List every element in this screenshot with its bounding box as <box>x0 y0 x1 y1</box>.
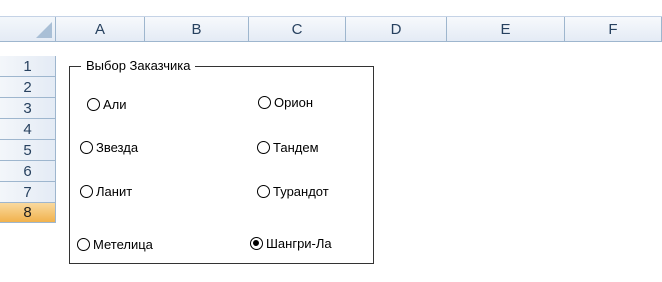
radio-label: Звезда <box>96 140 139 155</box>
select-all-icon <box>36 22 52 38</box>
radio-label: Ланит <box>96 184 133 199</box>
radio-label: Шангри-Ла <box>266 236 332 251</box>
row-header-1[interactable]: 1 <box>0 56 56 77</box>
row-header-6[interactable]: 6 <box>0 161 56 182</box>
radio-icon[interactable] <box>77 238 90 251</box>
radio-icon[interactable] <box>257 141 270 154</box>
group-box-title: Выбор Заказчика <box>81 57 196 75</box>
radio-label: Метелица <box>93 237 153 252</box>
column-header-d[interactable]: D <box>346 17 447 42</box>
radio-option-lanit[interactable]: Ланит <box>80 184 132 199</box>
customer-group-box <box>69 66 374 264</box>
radio-icon[interactable] <box>87 98 100 111</box>
radio-icon[interactable] <box>257 185 270 198</box>
radio-option-metelitsa[interactable]: Метелица <box>77 237 153 252</box>
select-all-corner[interactable] <box>0 17 56 42</box>
column-header-b[interactable]: B <box>145 17 249 42</box>
column-header-a[interactable]: A <box>56 17 145 42</box>
row-header-3[interactable]: 3 <box>0 98 56 119</box>
radio-option-orion[interactable]: Орион <box>258 95 313 110</box>
radio-label: Али <box>103 97 127 112</box>
radio-option-turandot[interactable]: Турандот <box>257 184 329 199</box>
radio-icon[interactable] <box>80 185 93 198</box>
radio-option-tandem[interactable]: Тандем <box>257 140 319 155</box>
row-header-5[interactable]: 5 <box>0 140 56 161</box>
radio-label: Турандот <box>273 184 329 199</box>
column-header-f[interactable]: F <box>565 17 662 42</box>
radio-label: Тандем <box>273 140 319 155</box>
radio-label: Орион <box>274 95 314 110</box>
column-header-e[interactable]: E <box>447 17 565 42</box>
row-header-2[interactable]: 2 <box>0 77 56 98</box>
row-header-7[interactable]: 7 <box>0 182 56 203</box>
radio-option-ali[interactable]: Али <box>87 97 127 112</box>
radio-option-zvezda[interactable]: Звезда <box>80 140 138 155</box>
column-header-c[interactable]: C <box>249 17 346 42</box>
radio-checked-icon[interactable] <box>250 237 263 250</box>
row-header-8[interactable]: 8 <box>0 203 56 223</box>
row-header-4[interactable]: 4 <box>0 119 56 140</box>
radio-option-shangri-la[interactable]: Шангри-Ла <box>250 236 332 251</box>
radio-icon[interactable] <box>80 141 93 154</box>
toolbar-edge <box>0 0 662 17</box>
radio-icon[interactable] <box>258 96 271 109</box>
